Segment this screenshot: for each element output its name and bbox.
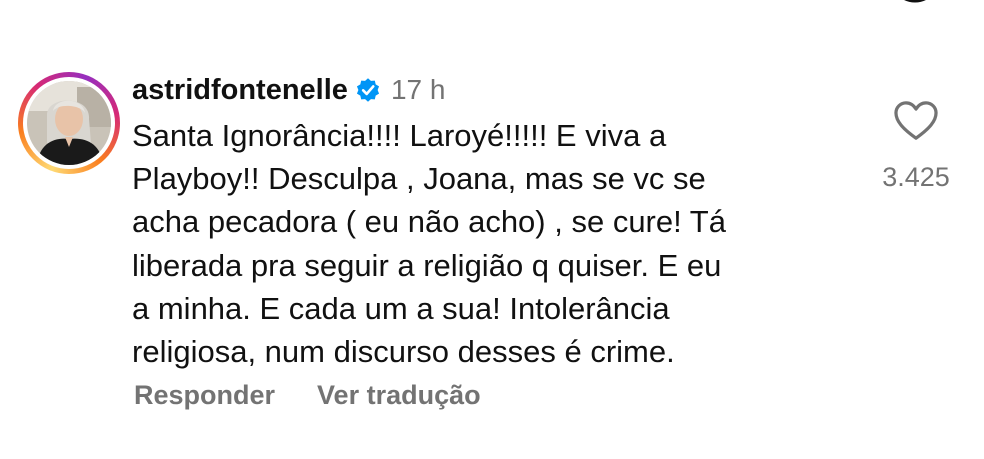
timestamp: 17 h bbox=[390, 74, 446, 105]
comment-screen: astridfontenelle 17 h Santa Ignorância!!… bbox=[0, 0, 984, 459]
comment-actions: Responder Ver tradução bbox=[134, 380, 481, 411]
verified-badge-icon bbox=[356, 78, 379, 102]
comment-line: a minha. E cada um a sua! Intolerância bbox=[132, 290, 670, 326]
like-column: 3.425 bbox=[868, 100, 964, 193]
comment-header: astridfontenelle 17 h bbox=[132, 70, 445, 110]
avatar-story-ring[interactable] bbox=[18, 72, 120, 174]
like-count: 3.425 bbox=[882, 162, 950, 192]
heart-icon[interactable] bbox=[893, 100, 939, 142]
circle-icon[interactable] bbox=[888, 0, 942, 8]
comment-line: liberada pra seguir a religião q quiser.… bbox=[132, 247, 722, 283]
see-translation-button[interactable]: Ver tradução bbox=[317, 380, 481, 411]
comment-line: Santa Ignorância!!!! Laroyé!!!!! E viva … bbox=[132, 118, 667, 153]
reply-button[interactable]: Responder bbox=[134, 380, 275, 411]
comment-line: religiosa, num discurso desses é crime. bbox=[132, 334, 675, 370]
comment-line: Playboy!! Desculpa , Joana, mas se vc se bbox=[132, 161, 706, 197]
comment-text: Santa Ignorância!!!! Laroyé!!!!! E viva … bbox=[132, 114, 832, 373]
comment-line: acha pecadora ( eu não acho) , se cure! … bbox=[132, 204, 726, 240]
avatar[interactable] bbox=[27, 81, 111, 165]
username[interactable]: astridfontenelle bbox=[132, 74, 348, 107]
